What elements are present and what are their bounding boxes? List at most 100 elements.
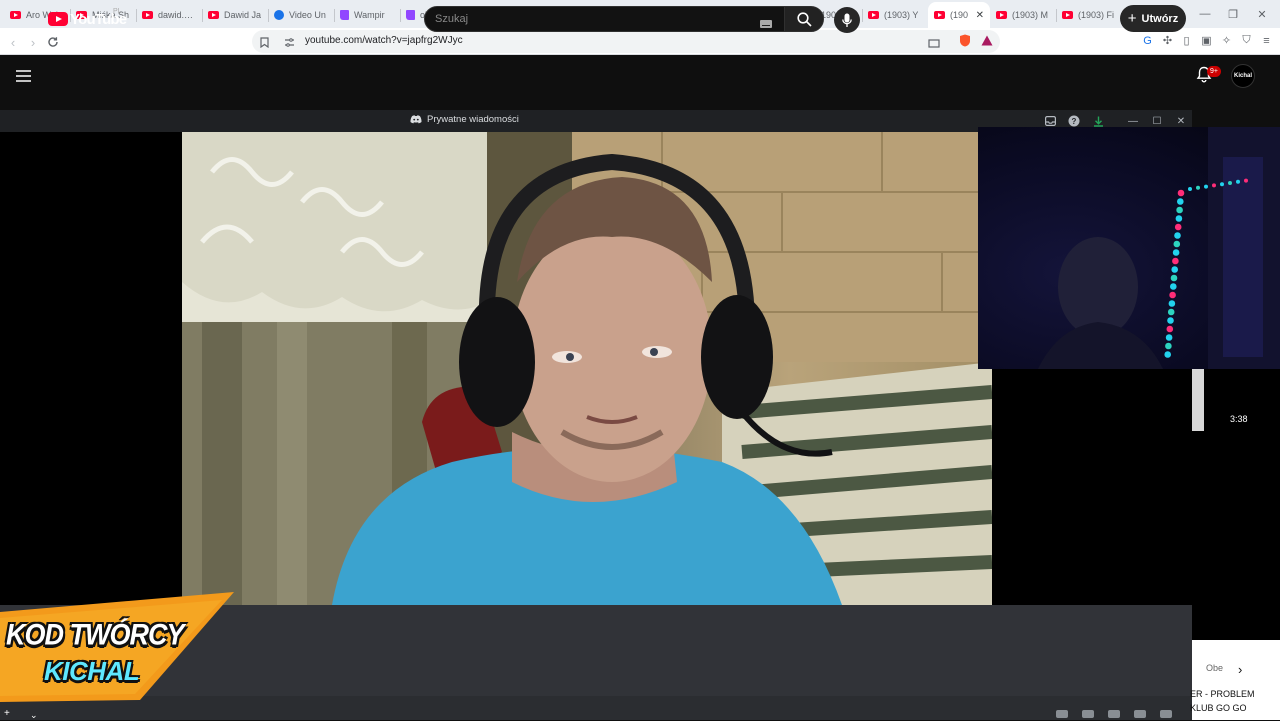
close-window-icon[interactable]: ✕ bbox=[1249, 4, 1275, 24]
browser-tab[interactable]: (1903) Y bbox=[862, 2, 928, 28]
brave-shield-icon[interactable] bbox=[958, 34, 971, 47]
led-light bbox=[1176, 206, 1183, 214]
chevron-down-icon[interactable]: ⌄ bbox=[30, 710, 38, 721]
video-title-line[interactable]: KLUB GO GO bbox=[1190, 703, 1247, 713]
minimize-icon[interactable]: — bbox=[1192, 4, 1218, 24]
site-info-icon[interactable] bbox=[284, 35, 295, 53]
screen-share-icon[interactable] bbox=[1082, 710, 1094, 718]
led-light bbox=[1172, 249, 1180, 256]
tab-title: Wampir bbox=[354, 10, 385, 20]
fullscreen-icon[interactable] bbox=[1160, 710, 1172, 718]
youtube-favicon-icon bbox=[934, 11, 945, 19]
led-light bbox=[1175, 215, 1183, 222]
search-input[interactable]: Szukaj bbox=[424, 6, 785, 32]
discord-maximize-icon[interactable]: ☐ bbox=[1150, 114, 1164, 128]
discord-minimize-icon[interactable]: — bbox=[1126, 114, 1140, 128]
video-favicon-icon bbox=[274, 10, 284, 20]
led-light bbox=[1212, 183, 1216, 188]
discord-logo-icon bbox=[410, 115, 422, 124]
brave-rewards-icon[interactable] bbox=[980, 34, 993, 47]
discord-window-title: Prywatne wiadomości bbox=[427, 114, 519, 125]
settings-icon[interactable] bbox=[1134, 710, 1146, 718]
chevron-right-icon[interactable]: › bbox=[1238, 662, 1242, 677]
discord-close-icon[interactable]: ✕ bbox=[1174, 114, 1188, 128]
led-light bbox=[1165, 334, 1173, 341]
plus-icon: + bbox=[1127, 10, 1137, 27]
led-light bbox=[1204, 184, 1208, 189]
toolbar: ‹ › youtube.com/watch?v=japfrg2WJyc G ✣ … bbox=[0, 28, 1280, 55]
browser-tab[interactable]: Wampir bbox=[334, 2, 400, 28]
url-text: youtube.com/watch?v=japfrg2WJyc bbox=[305, 35, 463, 46]
hamburger-menu-icon[interactable] bbox=[16, 69, 31, 87]
reload-icon[interactable] bbox=[43, 32, 63, 52]
search-icon bbox=[796, 11, 812, 27]
creator-code-value: KICHAL bbox=[44, 656, 140, 686]
tab-title: (1903) M bbox=[1012, 10, 1049, 20]
keyboard-icon[interactable] bbox=[760, 15, 772, 33]
led-light bbox=[1244, 178, 1248, 183]
video-title-line[interactable]: ER - PROBLEM bbox=[1190, 689, 1255, 699]
youtube-favicon-icon bbox=[868, 11, 879, 19]
create-label: Utwórz bbox=[1141, 12, 1179, 25]
vpn-icon[interactable]: ⛉ bbox=[1240, 34, 1253, 47]
led-light bbox=[1169, 291, 1176, 299]
led-light bbox=[1188, 187, 1192, 191]
cast-icon[interactable] bbox=[928, 36, 940, 54]
translate-icon[interactable]: G bbox=[1141, 34, 1154, 47]
browser-tab[interactable]: (1903) M bbox=[990, 2, 1056, 28]
led-light bbox=[1174, 223, 1182, 231]
browser-tab[interactable]: Video Un bbox=[268, 2, 334, 28]
youtube-logo-icon[interactable] bbox=[48, 12, 68, 26]
video-thumbnail[interactable] bbox=[1192, 369, 1204, 431]
restore-icon[interactable]: ❐ bbox=[1220, 4, 1246, 24]
search-button[interactable] bbox=[784, 6, 824, 32]
main-webcam-feed[interactable] bbox=[182, 132, 992, 605]
led-light bbox=[1164, 351, 1171, 358]
led-light bbox=[1177, 189, 1185, 197]
add-icon[interactable]: + bbox=[4, 708, 10, 719]
svg-text:?: ? bbox=[1072, 117, 1077, 126]
close-tab-icon[interactable]: ✕ bbox=[976, 10, 984, 21]
led-light bbox=[1168, 300, 1176, 307]
led-light bbox=[1165, 342, 1172, 350]
twitch-favicon-icon bbox=[406, 10, 415, 20]
avatar[interactable]: Kichal bbox=[1231, 64, 1255, 88]
microphone-icon bbox=[842, 13, 852, 27]
discord-title: Prywatne wiadomości bbox=[410, 114, 519, 125]
bookmark-icon[interactable] bbox=[260, 35, 269, 53]
sidebar-icon[interactable]: ▯ bbox=[1180, 34, 1193, 47]
browser-tab[interactable]: (190 ✕ bbox=[928, 2, 990, 28]
led-light bbox=[1166, 325, 1174, 333]
voice-search-button[interactable] bbox=[834, 7, 860, 33]
led-light bbox=[1170, 283, 1177, 290]
browser-tab[interactable]: Dawid Ja bbox=[202, 2, 268, 28]
led-light bbox=[1170, 274, 1178, 282]
notification-count-badge: 9+ bbox=[1207, 66, 1221, 77]
secondary-webcam-feed[interactable] bbox=[978, 127, 1280, 369]
browser-tab[interactable]: (1903) Fi bbox=[1056, 2, 1122, 28]
youtube-header bbox=[0, 56, 1280, 95]
activity-icon[interactable] bbox=[1056, 710, 1068, 718]
back-icon[interactable]: ‹ bbox=[3, 32, 23, 52]
filter-chip[interactable]: Obe bbox=[1206, 663, 1223, 673]
leo-ai-icon[interactable]: ✧ bbox=[1220, 34, 1233, 47]
download-icon[interactable] bbox=[1091, 114, 1105, 128]
help-icon[interactable]: ? bbox=[1067, 114, 1081, 128]
twitch-favicon-icon bbox=[340, 10, 349, 20]
inbox-icon[interactable] bbox=[1043, 114, 1057, 128]
led-light bbox=[1173, 240, 1181, 248]
browser-tab[interactable]: dawid.kra bbox=[136, 2, 202, 28]
forward-icon[interactable]: › bbox=[23, 32, 43, 52]
led-light bbox=[1236, 179, 1240, 184]
wallet-icon[interactable]: ▣ bbox=[1200, 34, 1213, 47]
search-placeholder: Szukaj bbox=[435, 13, 469, 25]
create-button[interactable]: + Utwórz bbox=[1120, 5, 1186, 32]
extensions-icon[interactable]: ✣ bbox=[1161, 34, 1174, 47]
youtube-favicon-icon bbox=[10, 11, 21, 19]
video-duration: 3:38 bbox=[1230, 414, 1248, 424]
menu-icon[interactable]: ≡ bbox=[1260, 34, 1273, 47]
youtube-favicon-icon bbox=[996, 11, 1007, 19]
chat-icon[interactable] bbox=[1108, 710, 1120, 718]
address-bar[interactable]: youtube.com/watch?v=japfrg2WJyc bbox=[252, 30, 1000, 53]
tab-title: dawid.kra bbox=[158, 10, 196, 20]
